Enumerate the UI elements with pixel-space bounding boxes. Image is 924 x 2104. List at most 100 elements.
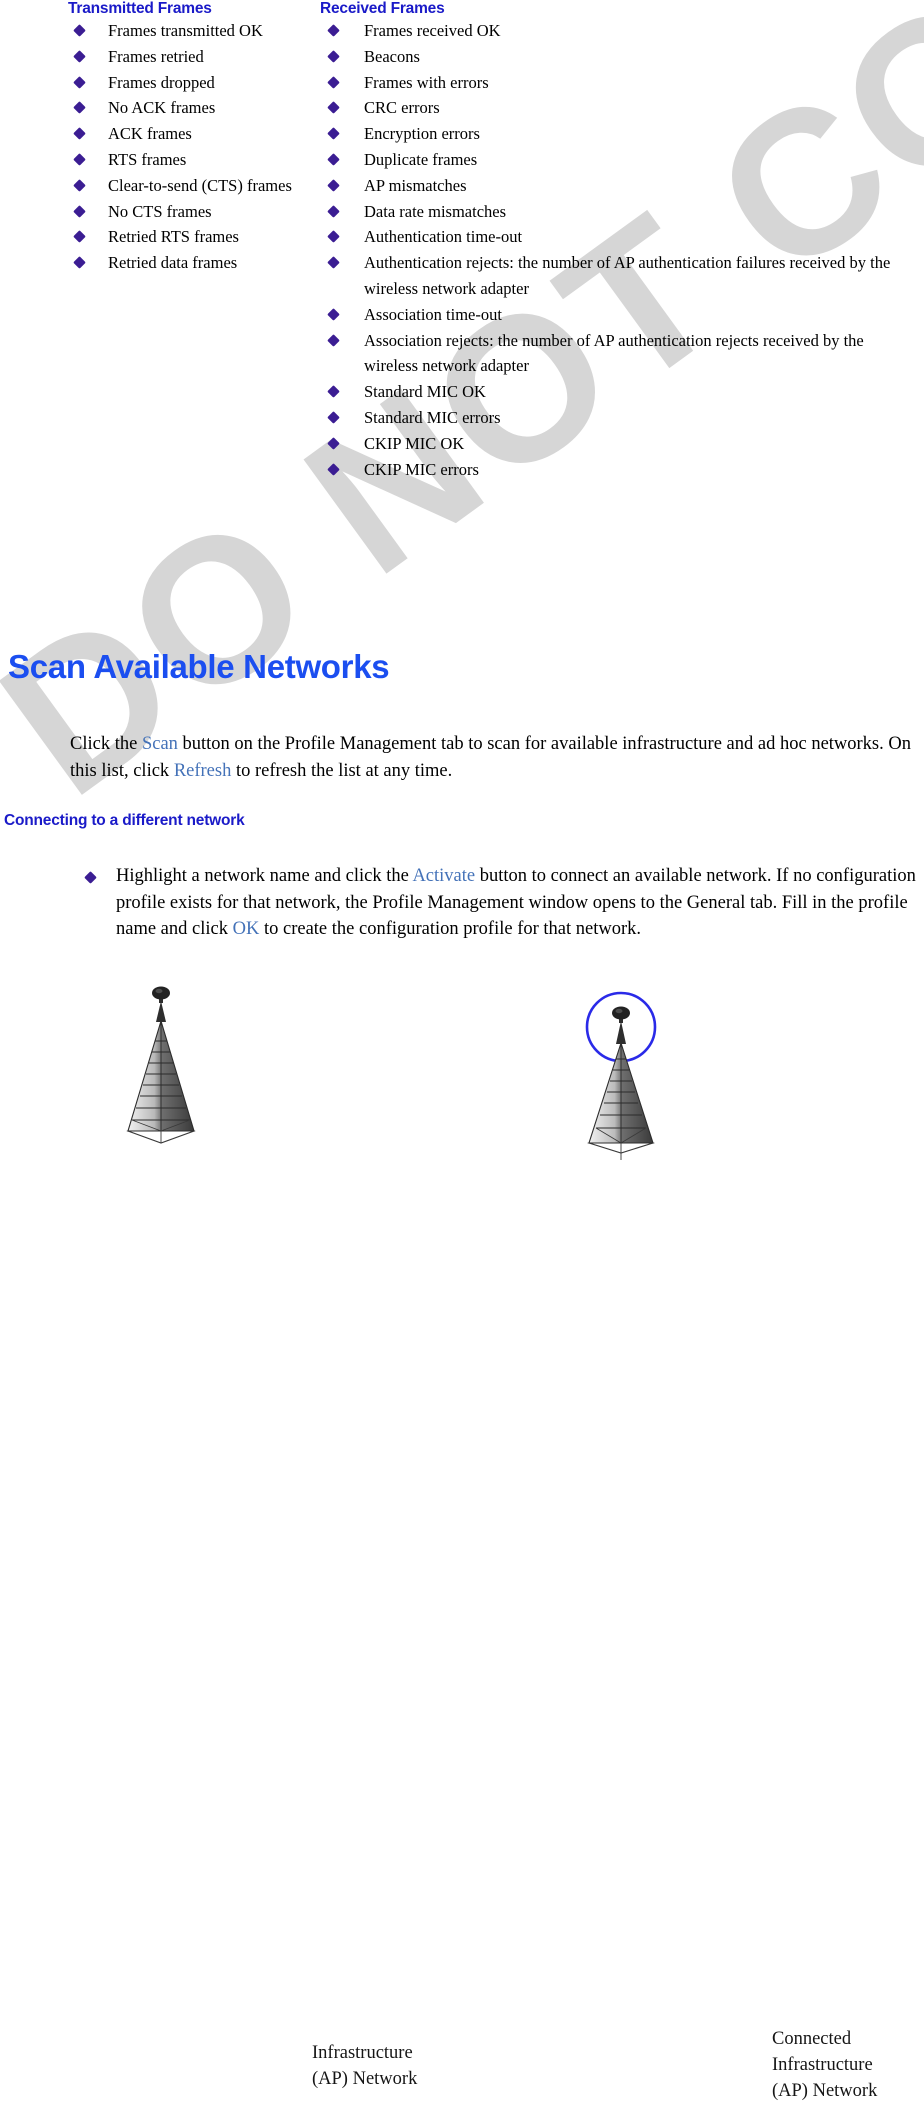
list-item: ACK frames [68,121,310,147]
intro-text-3: to refresh the list at any time. [231,761,453,781]
list-item: Authentication rejects: the number of AP… [320,250,920,302]
list-item-label: Frames dropped [108,72,215,92]
antenna-tower-connected-icon [585,991,657,1160]
list-item-label: ACK frames [108,124,192,144]
list-item: Standard MIC OK [320,379,920,405]
received-frames-column: Received Frames Frames received OK Beacon… [320,0,920,482]
diamond-bullet-icon [73,101,86,115]
caption-line-3: (AP) Network [772,2081,878,2101]
list-item: Encryption errors [320,121,920,147]
connect-text-3: to create the configuration profile for … [259,919,642,939]
list-item: CKIP MIC OK [320,431,920,457]
diamond-bullet-icon [73,24,86,37]
connect-text-1: Highlight a network name and click the [116,866,413,886]
activate-link[interactable]: Activate [412,866,475,886]
figure-infrastructure-network [118,985,204,1160]
list-item-label: No ACK frames [108,98,216,118]
list-item-label: Frames transmitted OK [108,21,263,40]
list-item-label: Standard MIC OK [364,382,486,402]
list-item-label: Encryption errors [364,124,480,144]
list-item: Frames transmitted OK [68,18,310,44]
list-item-label: Clear-to-send (CTS) frames [108,175,292,195]
antenna-tower-icon [126,986,196,1144]
diamond-bullet-icon [73,178,86,192]
diamond-bullet-icon [327,333,340,347]
figure-caption-connected-infrastructure: Connected Infrastructure (AP) Network [772,2026,877,2104]
connect-instruction-bullet: Highlight a network name and click the A… [72,863,924,943]
page-content: Transmitted Frames Frames transmitted OK… [0,0,924,2101]
diamond-bullet-icon [327,411,340,424]
diamond-bullet-icon [327,49,340,63]
diamond-bullet-icon [327,153,340,166]
caption-line-2: (AP) Network [312,2069,418,2089]
intro-text-1: Click the [70,734,142,754]
list-item-label: Standard MIC errors [364,407,501,427]
diamond-bullet-icon [327,230,340,244]
list-item-label: Authentication rejects: the number of AP… [364,253,891,298]
list-item: Retried data frames [68,250,310,276]
list-item-label: Frames with errors [364,72,489,92]
caption-line-1: Infrastructure [312,2043,413,2063]
list-item: Duplicate frames [320,147,920,173]
figure-caption-infrastructure: Infrastructure (AP) Network [312,2040,417,2092]
list-item-label: Authentication time-out [364,227,523,247]
list-item-label: Association time-out [364,304,502,324]
list-item: Beacons [320,44,920,70]
figure-connected-infrastructure-network [578,985,674,1170]
diamond-bullet-icon [327,462,340,476]
list-item: No CTS frames [68,199,310,225]
list-item: Clear-to-send (CTS) frames [68,173,310,199]
transmitted-frames-heading: Transmitted Frames [68,0,212,17]
diamond-bullet-icon [73,204,86,218]
diamond-bullet-icon [327,385,340,399]
list-item: No ACK frames [68,95,310,121]
list-item-label: Beacons [364,46,420,66]
list-item: Frames dropped [68,70,310,96]
diamond-bullet-icon [73,230,86,244]
list-item-label: CRC errors [364,98,440,118]
page-title: Scan Available Networks [8,648,390,685]
list-item: Frames retried [68,44,310,70]
list-item-label: RTS frames [108,149,187,169]
list-item-label: AP mismatches [364,175,467,195]
list-item-label: Data rate mismatches [364,201,507,221]
diamond-bullet-icon [327,204,340,218]
caption-line-2: Infrastructure [772,2055,873,2075]
list-item: CRC errors [320,95,920,121]
list-item: Frames received OK [320,18,920,44]
received-frames-heading: Received Frames [320,0,445,17]
list-item: Standard MIC errors [320,405,920,431]
diamond-bullet-icon [327,178,340,192]
transmitted-frames-column: Transmitted Frames Frames transmitted OK… [68,0,310,276]
list-item: CKIP MIC errors [320,457,920,483]
list-item-label: CKIP MIC errors [364,459,479,479]
list-item-label: Frames retried [108,46,204,66]
diamond-bullet-icon [73,75,86,89]
list-item-label: No CTS frames [108,201,212,221]
list-item: RTS frames [68,147,310,173]
diamond-bullet-icon [327,24,340,37]
scan-link[interactable]: Scan [142,734,178,754]
list-item: AP mismatches [320,173,920,199]
refresh-link[interactable]: Refresh [174,761,232,781]
intro-paragraph: Click the Scan button on the Profile Man… [70,731,924,785]
list-item-label: Frames received OK [364,21,501,40]
transmitted-frames-list: Frames transmitted OK Frames retried Frame… [68,18,310,276]
ok-link[interactable]: OK [233,919,260,939]
diamond-bullet-icon [327,307,340,321]
list-item: Data rate mismatches [320,199,920,225]
diamond-bullet-icon [327,75,340,89]
diamond-bullet-icon [327,127,340,141]
diamond-bullet-icon [73,256,86,270]
list-item: Frames with errors [320,70,920,96]
caption-line-1: Connected [772,2029,852,2049]
list-item: Retried RTS frames [68,224,310,250]
connect-instruction-text: Highlight a network name and click the A… [72,863,924,943]
list-item: Association rejects: the number of AP au… [320,328,920,380]
diamond-bullet-icon [73,153,86,166]
diamond-bullet-icon [73,127,86,141]
diamond-bullet-icon [327,256,340,270]
received-frames-list: Frames received OK Beacons Frames with err… [320,18,920,482]
list-item-label: Duplicate frames [364,149,478,169]
diamond-bullet-icon [73,49,86,63]
